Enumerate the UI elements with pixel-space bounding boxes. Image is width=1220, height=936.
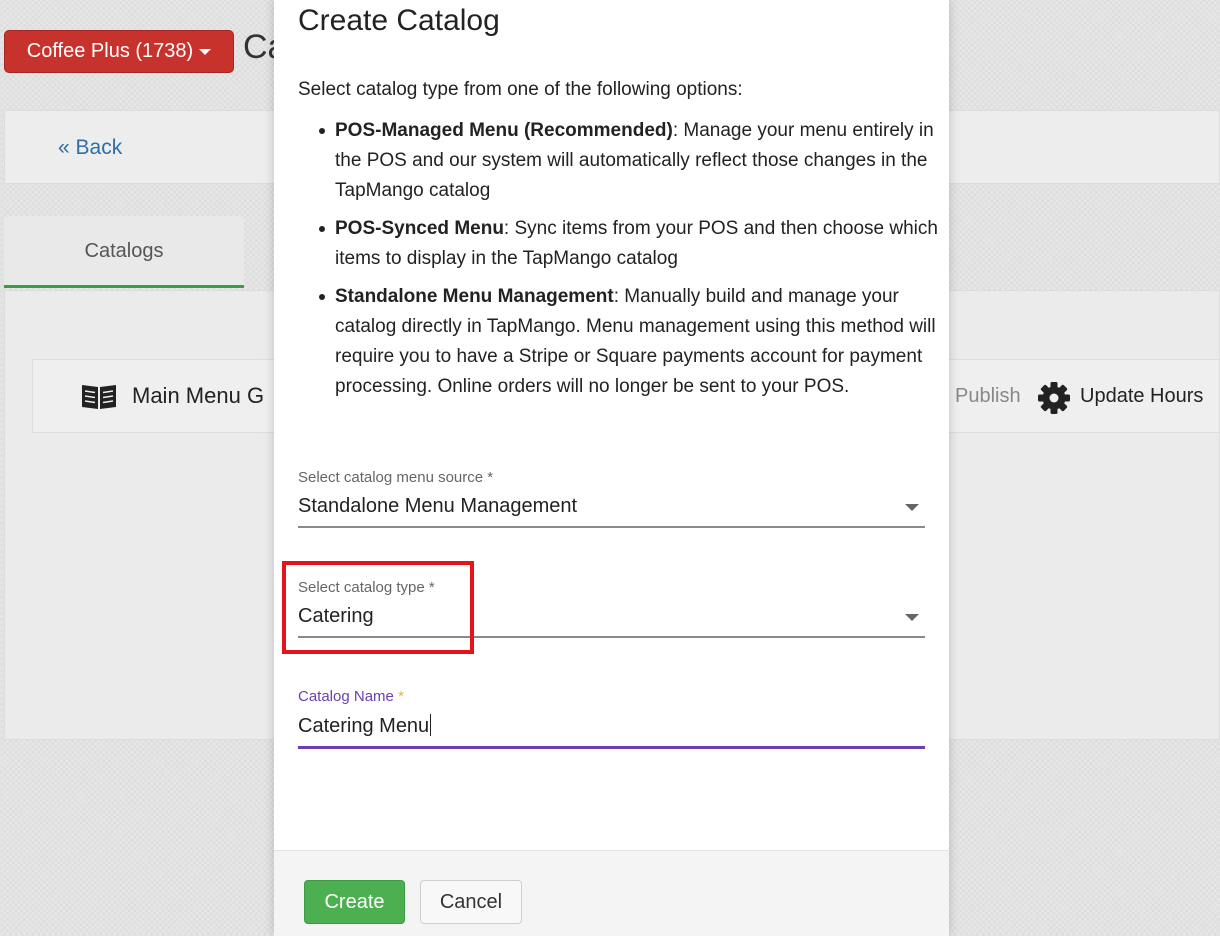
option-name: POS-Synced Menu <box>335 218 504 239</box>
required-mark: * <box>398 688 404 705</box>
catalog-type-select[interactable]: Select catalog type * Catering <box>298 579 925 638</box>
dropdown-arrow-icon[interactable] <box>905 504 919 511</box>
select-underline <box>298 526 925 528</box>
cancel-button[interactable]: Cancel <box>420 880 522 924</box>
catalog-type-label: Select catalog type * <box>298 579 435 596</box>
catalog-type-value: Catering <box>298 605 374 627</box>
create-catalog-modal: Create Catalog Select catalog type from … <box>274 0 949 936</box>
catalog-name-value: Catering Menu <box>298 715 430 737</box>
dropdown-arrow-icon[interactable] <box>905 614 919 621</box>
store-selector-button[interactable]: Coffee Plus (1738) <box>4 30 234 73</box>
option-standalone: Standalone Menu Management: Manually bui… <box>319 282 965 402</box>
catalog-name-label: Catalog Name * <box>298 688 925 705</box>
option-name: POS-Managed Menu (Recommended) <box>335 120 673 141</box>
menu-source-select[interactable]: Select catalog menu source * Standalone … <box>298 469 925 528</box>
option-name: Standalone Menu Management <box>335 286 614 307</box>
catalog-name[interactable]: Main Menu G <box>132 383 264 409</box>
select-underline <box>298 636 925 638</box>
text-cursor <box>430 714 432 736</box>
menu-source-label: Select catalog menu source * <box>298 469 494 486</box>
option-pos-synced: POS-Synced Menu: Sync items from your PO… <box>319 214 965 274</box>
input-underline-focused <box>298 746 925 749</box>
catalog-name-input[interactable]: Catering Menu <box>298 714 925 738</box>
catalog-options-list: POS-Managed Menu (Recommended): Manage y… <box>298 116 965 410</box>
update-hours-button[interactable]: Update Hours <box>1080 385 1203 408</box>
caret-down-icon <box>199 48 212 55</box>
catalog-name-label-text: Catalog Name <box>298 688 394 705</box>
gear-icon[interactable] <box>1037 381 1071 415</box>
tab-catalogs[interactable]: Catalogs <box>4 216 244 288</box>
store-selector-label: Coffee Plus (1738) <box>26 40 194 62</box>
modal-intro: Select catalog type from one of the foll… <box>298 79 743 100</box>
catalog-name-field[interactable]: Catalog Name * Catering Menu <box>298 688 925 749</box>
menu-source-value: Standalone Menu Management <box>298 495 578 517</box>
option-pos-managed: POS-Managed Menu (Recommended): Manage y… <box>319 116 965 206</box>
book-open-icon <box>82 385 116 409</box>
back-link[interactable]: « Back <box>58 136 122 160</box>
modal-title: Create Catalog <box>298 4 500 37</box>
create-button[interactable]: Create <box>304 880 405 924</box>
